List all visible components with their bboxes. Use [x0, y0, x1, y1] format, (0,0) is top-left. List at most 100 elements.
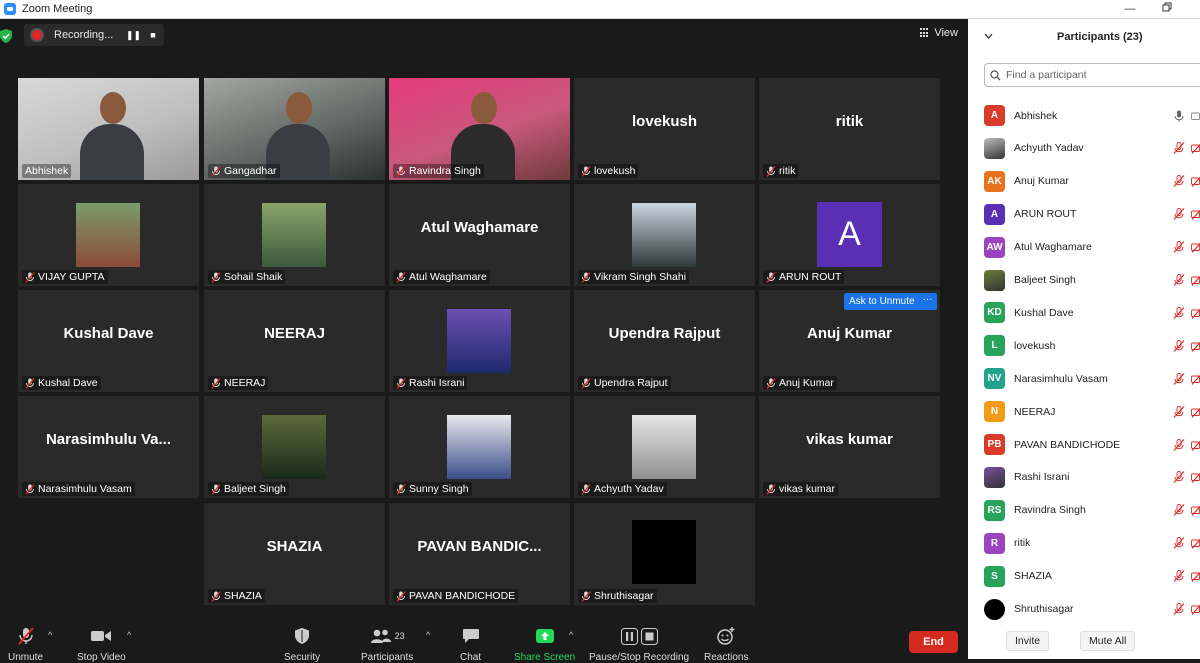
video-icon[interactable]: [1191, 110, 1200, 122]
video-off-icon[interactable]: [1191, 142, 1200, 155]
participants-button[interactable]: 23 Participants: [361, 626, 413, 663]
participant-row[interactable]: N NEERAJ: [968, 395, 1200, 428]
participant-row[interactable]: KD Kushal Dave: [968, 296, 1200, 329]
unmute-button[interactable]: Unmute: [8, 626, 43, 663]
panel-title: Participants (23): [1057, 31, 1143, 43]
participant-row[interactable]: Llovekush: [968, 329, 1200, 362]
participant-tile[interactable]: Narasimhulu Va... Narasimhulu Vasam: [18, 396, 199, 498]
participant-tile[interactable]: VIJAY GUPTA: [18, 184, 199, 286]
mic-muted-icon[interactable]: [1173, 208, 1185, 221]
mic-muted-icon[interactable]: [1173, 405, 1185, 418]
video-off-icon[interactable]: [1191, 175, 1200, 188]
mic-muted-icon[interactable]: [1173, 372, 1185, 385]
participant-tile[interactable]: Anuj Kumar Ask to Unmute ··· Anuj Kumar: [759, 290, 940, 392]
reactions-button[interactable]: Reactions: [704, 626, 748, 663]
participant-tile[interactable]: Baljeet Singh: [204, 396, 385, 498]
mic-muted-icon[interactable]: [1173, 306, 1185, 319]
stop-recording-icon[interactable]: ■: [147, 29, 159, 41]
video-off-icon[interactable]: [1191, 471, 1200, 484]
participant-row[interactable]: Rashi Israni: [968, 461, 1200, 494]
video-off-icon[interactable]: [1191, 570, 1200, 582]
participant-tile[interactable]: Achyuth Yadav: [574, 396, 755, 498]
mic-muted-icon[interactable]: [1173, 570, 1185, 582]
participant-row[interactable]: Baljeet Singh: [968, 264, 1200, 297]
collapse-panel-chevron-icon[interactable]: [984, 31, 993, 42]
mic-icon[interactable]: [1173, 110, 1185, 122]
mic-muted-icon[interactable]: [1173, 537, 1185, 550]
participant-tile[interactable]: Ravindra Singh: [389, 78, 570, 180]
participant-tile[interactable]: A ARUN ROUT: [759, 184, 940, 286]
participant-row[interactable]: AW Atul Waghamare: [968, 231, 1200, 264]
participant-row[interactable]: Rritik: [968, 527, 1200, 560]
participant-row[interactable]: RS Ravindra Singh: [968, 494, 1200, 527]
restore-icon[interactable]: [1160, 2, 1174, 16]
mic-muted-icon[interactable]: [1173, 603, 1185, 615]
video-off-icon[interactable]: [1191, 439, 1200, 451]
participant-tile[interactable]: NEERAJ NEERAJ: [204, 290, 385, 392]
mic-muted-icon[interactable]: [1173, 241, 1185, 253]
participant-name: Rashi Israni: [409, 377, 465, 389]
participant-tile[interactable]: Gangadhar: [204, 78, 385, 180]
share-screen-button[interactable]: Share Screen: [514, 626, 575, 663]
tile-caption: Baljeet Singh: [208, 482, 289, 496]
participant-tile[interactable]: SHAZIA SHAZIA: [204, 503, 385, 605]
pause-stop-recording-button[interactable]: Pause/Stop Recording: [589, 626, 689, 663]
mic-muted-icon[interactable]: [1173, 274, 1185, 286]
view-button[interactable]: View: [920, 27, 958, 39]
video-off-icon[interactable]: [1191, 406, 1200, 418]
participant-tile[interactable]: lovekush lovekush: [574, 78, 755, 180]
video-off-icon[interactable]: [1191, 340, 1200, 352]
stop-video-button[interactable]: Stop Video: [77, 626, 126, 663]
search-input[interactable]: [1006, 69, 1186, 81]
participant-tile[interactable]: Atul Waghamare Atul Waghamare: [389, 184, 570, 286]
participant-row[interactable]: PB PAVAN BANDICHODE: [968, 428, 1200, 461]
encryption-shield-icon[interactable]: [0, 29, 12, 43]
share-options-chevron-icon[interactable]: ^: [569, 630, 573, 640]
participant-tile[interactable]: Shruthisagar: [574, 503, 755, 605]
participant-tile[interactable]: Abhishek: [18, 78, 199, 180]
video-options-chevron-icon[interactable]: ^: [127, 630, 131, 640]
participants-chevron-icon[interactable]: ^: [426, 630, 430, 640]
invite-button[interactable]: Invite: [1006, 631, 1050, 651]
participant-row[interactable]: A ARUN ROUT: [968, 198, 1200, 231]
video-off-icon[interactable]: [1191, 603, 1200, 615]
participant-tile[interactable]: ritik ritik: [759, 78, 940, 180]
participant-row[interactable]: NV Narasimhulu Vasam: [968, 362, 1200, 395]
pause-recording-icon[interactable]: ❚❚: [126, 29, 141, 41]
participant-tile[interactable]: Sunny Singh: [389, 396, 570, 498]
mic-muted-icon[interactable]: [1173, 438, 1185, 451]
participant-tile[interactable]: Sohail Shaik: [204, 184, 385, 286]
mic-muted-icon[interactable]: [1173, 142, 1185, 155]
more-options-button[interactable]: ···: [918, 293, 937, 310]
audio-options-chevron-icon[interactable]: ^: [48, 630, 52, 640]
video-off-icon[interactable]: [1191, 274, 1200, 286]
participant-row[interactable]: Achyuth Yadav: [968, 132, 1200, 165]
mute-all-button[interactable]: Mute All: [1080, 631, 1136, 651]
participant-row[interactable]: AK Anuj Kumar: [968, 165, 1200, 198]
profile-picture: [632, 520, 696, 584]
mic-muted-icon[interactable]: [1173, 471, 1185, 484]
participant-tile[interactable]: vikas kumar vikas kumar: [759, 396, 940, 498]
mic-muted-icon[interactable]: [1173, 339, 1185, 352]
mic-muted-icon[interactable]: [1173, 504, 1185, 517]
participant-tile[interactable]: Vikram Singh Shahi: [574, 184, 755, 286]
ask-to-unmute-button[interactable]: Ask to Unmute: [844, 293, 920, 310]
security-button[interactable]: Security: [284, 626, 320, 663]
participant-tile[interactable]: Rashi Israni: [389, 290, 570, 392]
video-off-icon[interactable]: [1191, 307, 1200, 319]
participant-row[interactable]: S SHAZIA: [968, 560, 1200, 593]
video-off-icon[interactable]: [1191, 373, 1200, 385]
video-off-icon[interactable]: [1191, 537, 1200, 550]
minimize-icon[interactable]: —: [1123, 2, 1137, 16]
chat-button[interactable]: Chat: [460, 626, 481, 663]
participant-tile[interactable]: PAVAN BANDIC... PAVAN BANDICHODE: [389, 503, 570, 605]
mic-muted-icon[interactable]: [1173, 175, 1185, 188]
participant-tile[interactable]: Kushal Dave Kushal Dave: [18, 290, 199, 392]
video-off-icon[interactable]: [1191, 241, 1200, 253]
tile-display-name: PAVAN BANDIC...: [417, 537, 542, 555]
video-off-icon[interactable]: [1191, 504, 1200, 517]
participant-row[interactable]: A Abhishek: [968, 99, 1200, 132]
end-meeting-button[interactable]: End: [909, 631, 958, 653]
video-off-icon[interactable]: [1191, 208, 1200, 221]
participant-tile[interactable]: Upendra Rajput Upendra Rajput: [574, 290, 755, 392]
